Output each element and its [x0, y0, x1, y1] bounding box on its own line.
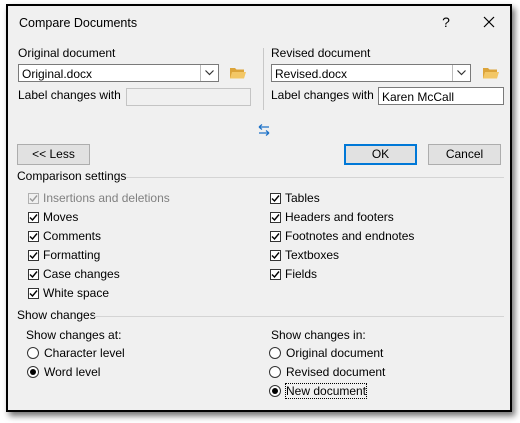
checkbox-box[interactable]	[28, 230, 39, 242]
comparison-settings-heading: Comparison settings	[17, 169, 127, 183]
checkbox-box[interactable]	[270, 268, 281, 280]
original-document-combo[interactable]: Original.docx	[18, 64, 219, 82]
checkmark-icon	[29, 289, 38, 297]
checkbox-case-changes[interactable]: Case changes	[28, 266, 120, 282]
checkbox-box[interactable]	[28, 249, 39, 261]
radio-label: New document	[284, 383, 368, 399]
checkbox-box[interactable]	[270, 230, 281, 242]
revised-label-changes-label: Label changes with	[271, 88, 374, 102]
checkmark-icon	[29, 270, 38, 278]
folder-open-icon[interactable]	[229, 66, 247, 80]
checkbox-box[interactable]	[28, 211, 39, 223]
checkmark-icon	[271, 194, 280, 202]
original-document-value: Original.docx	[22, 67, 93, 81]
less-button[interactable]: << Less	[17, 144, 90, 165]
checkbox-fields[interactable]: Fields	[270, 266, 317, 282]
ok-button[interactable]: OK	[344, 144, 417, 165]
checkmark-icon	[29, 194, 38, 202]
chevron-down-icon[interactable]	[200, 65, 218, 81]
radio-label: Word level	[44, 365, 101, 379]
radio-label: Revised document	[286, 365, 386, 379]
checkbox-label: Moves	[43, 210, 79, 224]
revised-document-heading: Revised document	[271, 46, 371, 60]
radio-new-document[interactable]: New document	[269, 383, 368, 399]
checkmark-icon	[29, 213, 38, 221]
checkbox-label: Fields	[285, 267, 318, 281]
radio-label: Character level	[44, 346, 125, 360]
checkmark-icon	[271, 270, 280, 278]
radio-circle[interactable]	[27, 347, 39, 359]
checkbox-label: Footnotes and endnotes	[285, 229, 415, 243]
checkbox-label: Headers and footers	[285, 210, 394, 224]
checkbox-headers-and-footers[interactable]: Headers and footers	[270, 209, 394, 225]
radio-character-level[interactable]: Character level	[27, 345, 125, 361]
section-divider	[126, 177, 504, 178]
section-divider	[93, 316, 504, 317]
compare-documents-dialog: Compare Documents ? Original document Or…	[6, 4, 512, 412]
checkbox-insertions-and-deletions: Insertions and deletions	[28, 190, 170, 206]
revised-document-value: Revised.docx	[275, 67, 348, 81]
checkbox-box[interactable]	[28, 287, 39, 299]
radio-circle[interactable]	[27, 366, 39, 378]
checkmark-icon	[29, 232, 38, 240]
checkmark-icon	[271, 251, 280, 259]
checkbox-label: Formatting	[43, 248, 101, 262]
original-document-heading: Original document	[18, 46, 116, 60]
checkbox-label: Comments	[43, 229, 102, 243]
checkmark-icon	[271, 213, 280, 221]
show-changes-heading: Show changes	[17, 308, 96, 322]
checkmark-icon	[29, 251, 38, 259]
revised-document-combo[interactable]: Revised.docx	[271, 64, 471, 82]
original-label-changes-input[interactable]	[126, 88, 251, 106]
show-changes-at-label: Show changes at:	[26, 328, 122, 342]
original-label-changes-label: Label changes with	[18, 88, 121, 102]
checkbox-label: White space	[43, 286, 110, 300]
checkbox-moves[interactable]: Moves	[28, 209, 78, 225]
checkbox-box[interactable]	[270, 249, 281, 261]
checkbox-textboxes[interactable]: Textboxes	[270, 247, 339, 263]
checkbox-footnotes-and-endnotes[interactable]: Footnotes and endnotes	[270, 228, 414, 244]
dialog-title: Compare Documents	[19, 16, 138, 30]
checkbox-box	[28, 192, 39, 204]
help-button[interactable]: ?	[436, 12, 456, 32]
folder-open-icon[interactable]	[482, 66, 500, 80]
title-bar: Compare Documents ?	[8, 6, 510, 40]
checkbox-box[interactable]	[270, 192, 281, 204]
close-button[interactable]	[478, 12, 500, 32]
show-changes-in-label: Show changes in:	[271, 328, 366, 342]
checkbox-comments[interactable]: Comments	[28, 228, 101, 244]
radio-dot-icon	[30, 369, 36, 375]
close-icon	[483, 16, 495, 28]
checkbox-white-space[interactable]: White space	[28, 285, 109, 301]
radio-word-level[interactable]: Word level	[27, 364, 100, 380]
revised-label-changes-input[interactable]: Karen McCall	[378, 87, 504, 105]
checkbox-label: Tables	[285, 191, 320, 205]
checkmark-icon	[271, 232, 280, 240]
checkbox-box[interactable]	[270, 211, 281, 223]
checkbox-box[interactable]	[28, 268, 39, 280]
radio-label: Original document	[286, 346, 384, 360]
radio-dot-icon	[272, 388, 278, 394]
checkbox-label: Case changes	[43, 267, 120, 281]
checkbox-label: Textboxes	[285, 248, 340, 262]
swap-arrows-icon[interactable]	[256, 123, 272, 137]
radio-circle[interactable]	[269, 366, 281, 378]
checkbox-label: Insertions and deletions	[43, 191, 170, 205]
radio-original-document[interactable]: Original document	[269, 345, 383, 361]
cancel-button[interactable]: Cancel	[428, 144, 501, 165]
checkbox-tables[interactable]: Tables	[270, 190, 320, 206]
chevron-down-icon[interactable]	[452, 65, 470, 81]
revised-label-changes-value: Karen McCall	[382, 90, 455, 104]
checkbox-formatting[interactable]: Formatting	[28, 247, 100, 263]
radio-circle[interactable]	[269, 385, 281, 397]
vertical-divider	[263, 48, 264, 110]
radio-revised-document[interactable]: Revised document	[269, 364, 385, 380]
radio-circle[interactable]	[269, 347, 281, 359]
